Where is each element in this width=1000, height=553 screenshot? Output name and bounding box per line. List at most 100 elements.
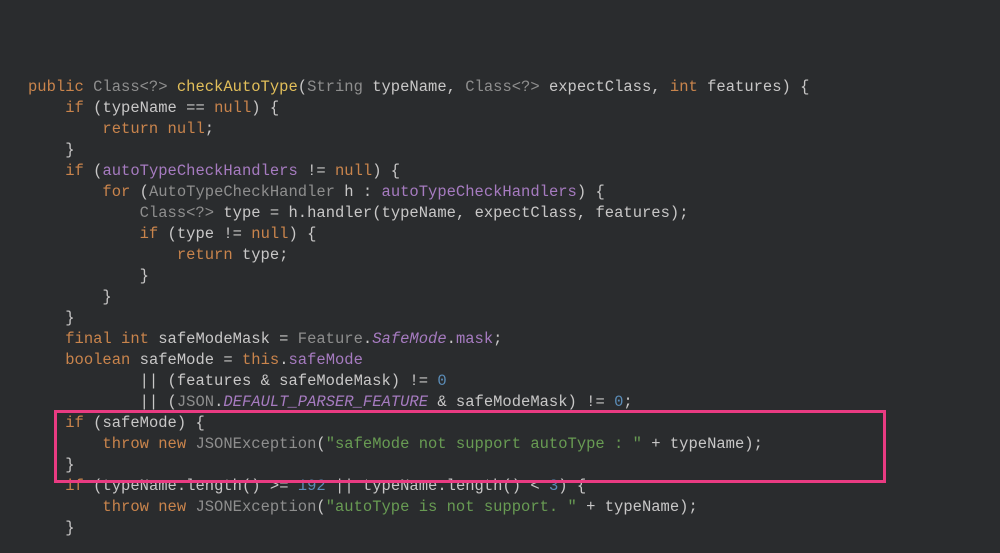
code-token: h	[288, 204, 297, 222]
code-token: !=	[223, 225, 251, 243]
code-token: safeMode	[289, 351, 363, 369]
code-token: =	[223, 351, 242, 369]
code-line: boolean safeMode = this.safeMode	[0, 350, 1000, 371]
code-token: typeName	[102, 99, 186, 117]
code-line: throw new JSONException("safeMode not su…	[0, 434, 1000, 455]
code-token: ==	[186, 99, 214, 117]
code-token: public	[28, 78, 93, 96]
code-token: .	[447, 330, 456, 348]
code-token: null	[168, 120, 205, 138]
code-line: }	[0, 455, 1000, 476]
code-token: .	[214, 393, 223, 411]
code-token: if	[65, 414, 93, 432]
code-token: ,	[651, 78, 670, 96]
code-token: 192	[298, 477, 335, 495]
code-token: );	[679, 498, 698, 516]
code-token: length	[186, 477, 242, 495]
code-line: }	[0, 287, 1000, 308]
code-line: if (typeName.length() >= 192 || typeName…	[0, 476, 1000, 497]
code-line: }	[0, 140, 1000, 161]
code-token: throw	[102, 435, 158, 453]
code-token: features	[596, 204, 670, 222]
code-token: "autoType is not support. "	[326, 498, 577, 516]
code-line: for (AutoTypeCheckHandler h : autoTypeCh…	[0, 182, 1000, 203]
code-token: type	[223, 204, 270, 222]
code-token: (	[140, 183, 149, 201]
code-line: }	[0, 266, 1000, 287]
code-token: if	[65, 477, 93, 495]
code-token: .	[279, 351, 288, 369]
code-token: ;	[205, 120, 214, 138]
code-token: features	[707, 78, 781, 96]
code-token: =	[270, 204, 289, 222]
code-token: ,	[447, 78, 466, 96]
code-token: int	[670, 78, 707, 96]
code-token: mask	[456, 330, 493, 348]
code-token: :	[363, 183, 382, 201]
code-token: Class<?>	[465, 78, 549, 96]
code-token: (	[316, 498, 325, 516]
code-token: final	[65, 330, 121, 348]
code-token: typeName	[382, 204, 456, 222]
code-token: null	[251, 225, 288, 243]
code-token: type	[242, 246, 279, 264]
code-token: ) {	[372, 162, 400, 180]
code-token: SafeMode	[372, 330, 446, 348]
code-token: if	[65, 162, 93, 180]
code-token: for	[102, 183, 139, 201]
code-token: ||	[140, 372, 168, 390]
code-token: .	[363, 330, 372, 348]
code-token: ||	[335, 477, 363, 495]
code-token: ,	[456, 204, 475, 222]
code-token: ) {	[577, 183, 605, 201]
code-token: !=	[409, 372, 437, 390]
code-token: autoTypeCheckHandlers	[102, 162, 307, 180]
code-token: )	[391, 372, 410, 390]
code-token: ;	[279, 246, 288, 264]
code-token: ||	[140, 393, 168, 411]
code-token: (	[168, 372, 177, 390]
code-token: );	[744, 435, 763, 453]
code-token: (	[298, 78, 307, 96]
code-token: }	[140, 267, 149, 285]
code-token: safeModeMask	[456, 393, 568, 411]
code-token: expectClass	[549, 78, 651, 96]
code-line: if (safeMode) {	[0, 413, 1000, 434]
code-token: length	[447, 477, 503, 495]
code-line: if (type != null) {	[0, 224, 1000, 245]
code-token: ;	[623, 393, 632, 411]
code-line: Class<?> type = h.handler(typeName, expe…	[0, 203, 1000, 224]
code-token: 0	[614, 393, 623, 411]
code-token: typeName	[363, 477, 437, 495]
code-token: new	[158, 435, 195, 453]
code-token: ;	[493, 330, 502, 348]
code-line: final int safeModeMask = Feature.SafeMod…	[0, 329, 1000, 350]
code-token: &	[261, 372, 280, 390]
code-token: }	[65, 456, 74, 474]
code-token: ) {	[558, 477, 586, 495]
code-token: }	[65, 309, 74, 327]
code-token: &	[428, 393, 456, 411]
code-token: safeMode	[102, 414, 176, 432]
code-token: "safeMode not support autoType : "	[326, 435, 642, 453]
code-token: (	[168, 393, 177, 411]
code-token: int	[121, 330, 158, 348]
code-token: autoTypeCheckHandlers	[382, 183, 577, 201]
code-token: JSONException	[195, 498, 316, 516]
code-token: null	[214, 99, 251, 117]
code-token: +	[577, 498, 605, 516]
code-token: expectClass	[475, 204, 577, 222]
code-token: if	[140, 225, 168, 243]
code-token: }	[65, 141, 74, 159]
code-token: return	[177, 246, 242, 264]
code-token: ()	[502, 477, 530, 495]
code-token: checkAutoType	[177, 78, 298, 96]
code-token: type	[177, 225, 224, 243]
code-editor: public Class<?> checkAutoType(String typ…	[0, 0, 1000, 553]
code-token: }	[65, 519, 74, 537]
code-token: throw	[102, 498, 158, 516]
code-line: || (features & safeModeMask) != 0	[0, 371, 1000, 392]
code-token: AutoTypeCheckHandler	[149, 183, 344, 201]
code-token: (	[168, 225, 177, 243]
code-token: typeName	[605, 498, 679, 516]
